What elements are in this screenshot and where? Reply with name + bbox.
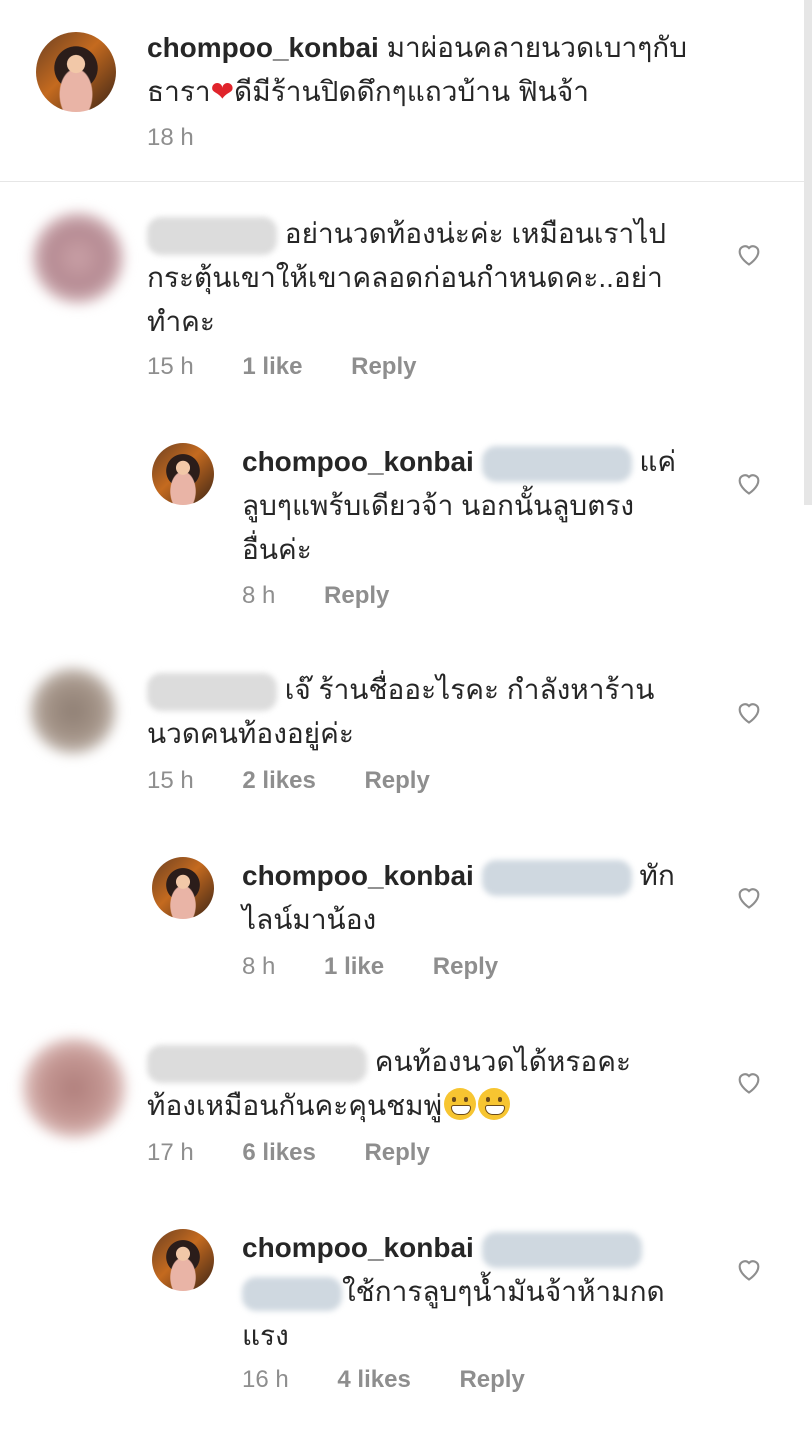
redacted-mention bbox=[481, 445, 632, 482]
comment-2-text: chompoo_konbai แค่ ลูบๆแพร้บเดียวจ้า นอก… bbox=[242, 445, 677, 565]
comment-5-avatar[interactable] bbox=[22, 1038, 126, 1138]
grinning-face-emoji-icon bbox=[478, 1088, 511, 1120]
reply-button[interactable]: Reply bbox=[459, 1366, 524, 1393]
likes-count[interactable]: 1 like bbox=[324, 953, 384, 980]
grinning-face-emoji-icon bbox=[444, 1088, 477, 1120]
reply-button[interactable]: Reply bbox=[433, 953, 498, 980]
reply-button[interactable]: Reply bbox=[364, 1139, 429, 1166]
redacted-username bbox=[147, 1044, 367, 1083]
comment-3-meta: 15 h 2 likes Reply bbox=[147, 767, 430, 794]
comment-5-text: คนท้องนวดได้หรอคะ ท้องเหมือนกันคะคุนชมพู… bbox=[147, 1044, 631, 1121]
comment-5-meta: 17 h 6 likes Reply bbox=[147, 1139, 430, 1166]
likes-count[interactable]: 2 likes bbox=[242, 767, 315, 794]
comment-2-avatar[interactable] bbox=[152, 443, 214, 505]
likes-count[interactable]: 1 like bbox=[242, 353, 302, 380]
comment-4-meta: 8 h 1 like Reply bbox=[242, 953, 499, 980]
comment-1-meta: 15 h 1 like Reply bbox=[147, 353, 417, 380]
redacted-mention bbox=[481, 1231, 642, 1268]
comment-6-meta: 16 h 4 likes Reply bbox=[242, 1366, 525, 1393]
redacted-username bbox=[147, 216, 277, 255]
comment-2-meta: 8 h Reply bbox=[242, 582, 390, 609]
heart-outline-icon[interactable] bbox=[735, 1069, 763, 1095]
heart-outline-icon[interactable] bbox=[735, 1256, 763, 1282]
comment-6-avatar[interactable] bbox=[152, 1229, 214, 1291]
reply-button[interactable]: Reply bbox=[364, 767, 429, 794]
heart-outline-icon[interactable] bbox=[735, 699, 763, 725]
redacted-username bbox=[147, 672, 277, 711]
reply-button[interactable]: Reply bbox=[351, 353, 416, 380]
likes-count[interactable]: 4 likes bbox=[337, 1366, 410, 1393]
divider bbox=[0, 181, 804, 182]
caption-time: 18 h bbox=[147, 124, 194, 151]
comment-6-text: chompoo_konbai ใช้การลูบๆน้ำมันจ้าห้ามกด… bbox=[242, 1231, 665, 1351]
reply-button[interactable]: Reply bbox=[324, 582, 389, 609]
caption-meta: 18 h bbox=[147, 124, 236, 152]
caption-avatar[interactable] bbox=[36, 32, 116, 112]
likes-count[interactable]: 6 likes bbox=[242, 1139, 315, 1166]
comment-4-text: chompoo_konbai ทัก ไลน์มาน้อง bbox=[242, 859, 675, 935]
heart-outline-icon[interactable] bbox=[735, 884, 763, 910]
scrollbar[interactable] bbox=[804, 0, 812, 505]
comment-4-avatar[interactable] bbox=[152, 857, 214, 919]
heart-outline-icon[interactable] bbox=[735, 241, 763, 267]
comment-3-avatar[interactable] bbox=[30, 668, 116, 754]
comment-1-avatar[interactable] bbox=[32, 212, 124, 304]
redacted-mention bbox=[242, 1276, 342, 1311]
redacted-mention bbox=[481, 859, 632, 896]
red-heart-emoji-icon: ❤ bbox=[210, 76, 235, 107]
comment-1-text: อย่านวดท้องน่ะค่ะ เหมือนเราไป กระตุ้นเขา… bbox=[147, 216, 667, 337]
caption-text: chompoo_konbai มาผ่อนคลายนวดเบาๆกับ ธารา… bbox=[147, 32, 688, 107]
heart-outline-icon[interactable] bbox=[735, 470, 763, 496]
caption-username[interactable]: chompoo_konbai bbox=[147, 32, 379, 63]
comment-3-text: เจ๊ ร้านชื่ออะไรคะ กำลังหาร้าน นวดคนท้อง… bbox=[147, 672, 655, 749]
